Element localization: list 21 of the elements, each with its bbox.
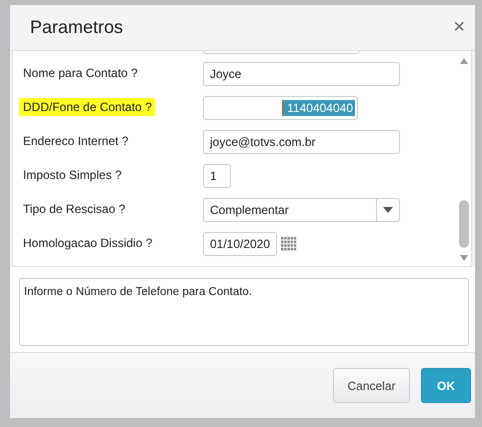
scroll-down-icon[interactable] bbox=[459, 254, 469, 262]
dialog-title: Parametros bbox=[30, 17, 124, 38]
dropdown[interactable]: Complementar bbox=[203, 198, 400, 222]
field-label: Homologacao Dissidio ? bbox=[22, 235, 154, 252]
input-field[interactable] bbox=[203, 51, 360, 54]
input-field[interactable]: 1 bbox=[203, 164, 231, 188]
field-label: Endereco Internet ? bbox=[22, 133, 130, 150]
calendar-icon[interactable] bbox=[281, 237, 297, 251]
help-text: Informe o Número de Telefone para Contato. bbox=[24, 286, 252, 298]
scroll-up-icon[interactable] bbox=[459, 57, 469, 65]
date-field[interactable]: 01/10/2020 bbox=[203, 232, 277, 256]
field-label: Imposto Simples ? bbox=[22, 167, 123, 184]
input-field[interactable]: Joyce bbox=[203, 62, 400, 86]
caret-icon bbox=[383, 207, 393, 213]
cancel-button[interactable]: Cancelar bbox=[333, 368, 410, 403]
close-button[interactable]: × bbox=[453, 16, 465, 39]
scrollbar-thumb[interactable] bbox=[459, 200, 469, 248]
field-label: Nome para Contato ? bbox=[22, 65, 139, 82]
input-field[interactable]: joyce@totvs.com.br bbox=[203, 130, 400, 154]
field-label: Tipo de Rescisao ? bbox=[22, 201, 126, 218]
field-label: DDD/Fone de Contato ? bbox=[19, 98, 155, 116]
